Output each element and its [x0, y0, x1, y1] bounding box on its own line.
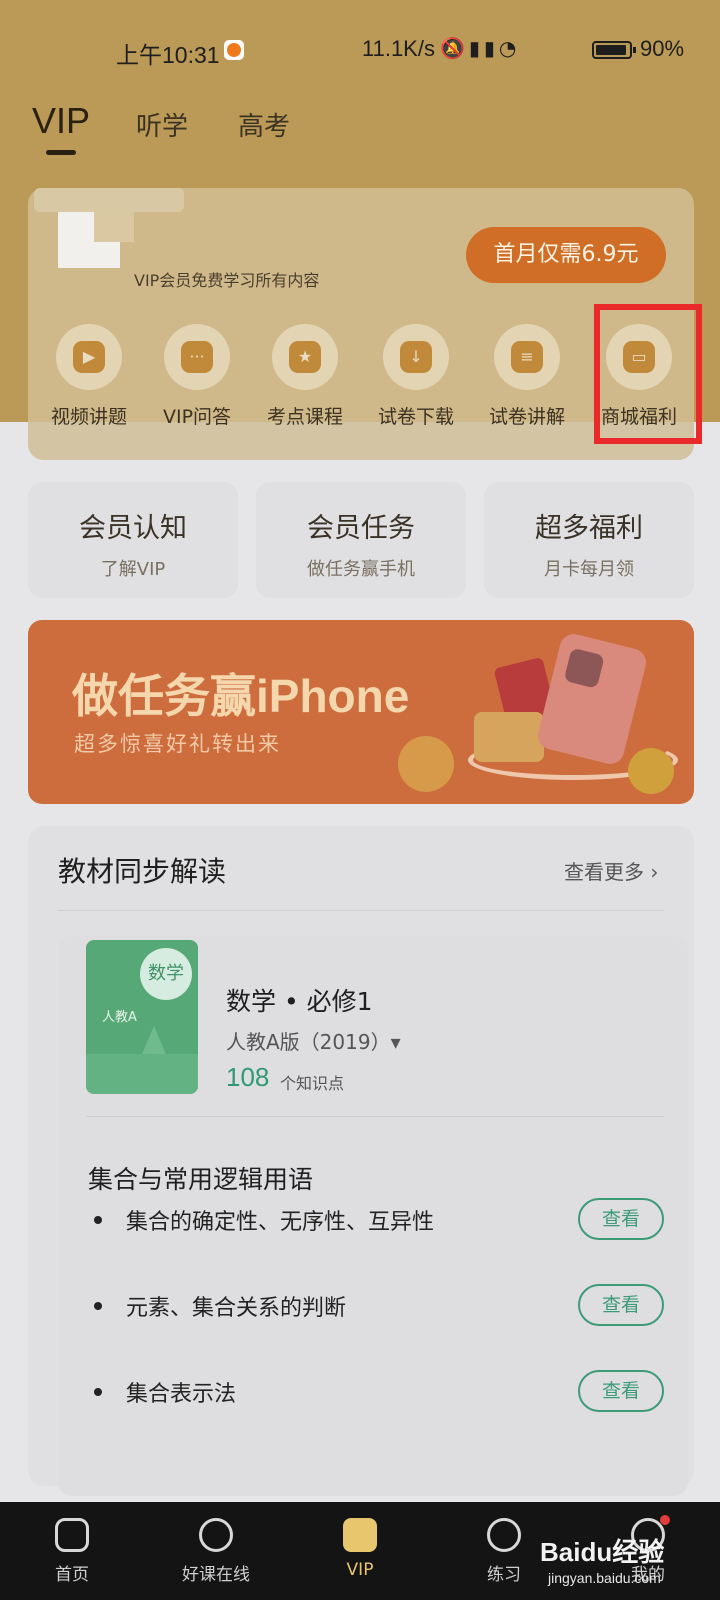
knowledge-point-count: 108	[226, 1062, 270, 1092]
feature-paper-explain[interactable]: ≡ 试卷讲解	[472, 324, 582, 429]
download-box-icon: ↓	[400, 341, 432, 373]
active-tab-indicator	[46, 150, 76, 155]
book-name: 数学 • 必修1	[226, 987, 373, 1016]
document-icon: ≡	[511, 341, 543, 373]
chapter-title: 集合与常用逻辑用语	[88, 1165, 314, 1194]
avatar-redacted	[58, 212, 134, 268]
divider	[86, 1116, 664, 1117]
view-button[interactable]: 查看	[578, 1198, 664, 1240]
tab-vip[interactable]: VIP	[32, 100, 90, 142]
banner-title: 做任务赢iPhone	[72, 670, 410, 722]
first-month-promo-button[interactable]: 首月仅需6.9元	[466, 227, 666, 283]
status-time: 上午10:31	[116, 42, 220, 68]
nav-home[interactable]: 首页	[12, 1502, 132, 1600]
feature-paper-download[interactable]: ↓ 试卷下载	[361, 324, 471, 429]
status-bar: 上午10:31 11.1K/s 🔕▮▮◔ 90%	[0, 30, 720, 70]
nav-courses-online[interactable]: 好课在线	[156, 1502, 276, 1600]
view-button[interactable]: 查看	[578, 1370, 664, 1412]
list-item: 集合表示法 查看	[88, 1370, 664, 1414]
quick-links-row: 会员认知 了解VIP 会员任务 做任务赢手机 超多福利 月卡每月领	[28, 482, 694, 598]
textbook-sync-section: 教材同步解读 查看更多 › 数学 人教A 数学 • 必修1 人教A版（2019）…	[28, 826, 694, 1496]
pen-icon	[487, 1518, 521, 1552]
divider	[58, 910, 664, 911]
vip-description: VIP会员免费学习所有内容	[134, 271, 320, 290]
bullet-icon	[94, 1388, 102, 1396]
battery-percent: 90%	[640, 36, 685, 61]
view-button[interactable]: 查看	[578, 1284, 664, 1326]
edition-dropdown[interactable]: 人教A版（2019）▾	[226, 1026, 401, 1055]
iphone-task-banner[interactable]: 做任务赢iPhone 超多惊喜好礼转出来	[28, 620, 694, 804]
play-circle-icon	[199, 1518, 233, 1552]
bullet-icon	[94, 1216, 102, 1224]
gift-box-icon	[474, 712, 544, 762]
section-title: 教材同步解读	[58, 855, 227, 888]
list-item: 元素、集合关系的判断 查看	[88, 1284, 664, 1328]
tab-listen-learn[interactable]: 听学	[136, 106, 188, 143]
feature-exam-points-course[interactable]: ★ 考点课程	[250, 324, 360, 429]
publisher-badge: 人教A	[102, 1010, 137, 1025]
bullet-icon	[94, 1302, 102, 1310]
video-icon: ▶	[73, 341, 105, 373]
battery-icon	[592, 41, 636, 59]
coin-icon	[628, 748, 674, 794]
knowledge-point-count-label: 个知识点	[280, 1074, 345, 1093]
red-highlight-annotation	[594, 304, 702, 444]
coin-icon	[398, 736, 454, 792]
banner-subtitle: 超多惊喜好礼转出来	[74, 732, 281, 756]
member-tasks-card[interactable]: 会员任务 做任务赢手机	[256, 482, 466, 598]
feature-vip-qa[interactable]: ··· VIP问答	[142, 324, 252, 429]
baidu-watermark: Baidu经验	[540, 1537, 665, 1567]
feature-video-explain[interactable]: ▶ 视频讲题	[34, 324, 144, 429]
network-speed: 11.1K/s	[362, 36, 435, 61]
tab-gaokao[interactable]: 高考	[238, 106, 290, 143]
username-redacted	[34, 188, 184, 212]
home-icon	[55, 1518, 89, 1552]
unread-dot	[660, 1515, 670, 1525]
list-item: 集合的确定性、无序性、互异性 查看	[88, 1198, 664, 1242]
book-cover[interactable]: 数学 人教A	[86, 940, 198, 1094]
subject-badge: 数学	[140, 948, 192, 1000]
crown-icon	[343, 1518, 377, 1552]
chat-bubble-icon: ···	[181, 341, 213, 373]
member-intro-card[interactable]: 会员认知 了解VIP	[28, 482, 238, 598]
view-more-link[interactable]: 查看更多 ›	[564, 856, 658, 885]
nav-vip[interactable]: VIP	[300, 1502, 420, 1600]
signal-wifi-icons: 🔕▮▮◔	[440, 36, 521, 60]
star-bulb-icon: ★	[289, 341, 321, 373]
watermark-url: jingyan.baidu.com	[548, 1570, 661, 1586]
benefits-card[interactable]: 超多福利 月卡每月领	[484, 482, 694, 598]
notification-app-icon	[224, 40, 244, 60]
